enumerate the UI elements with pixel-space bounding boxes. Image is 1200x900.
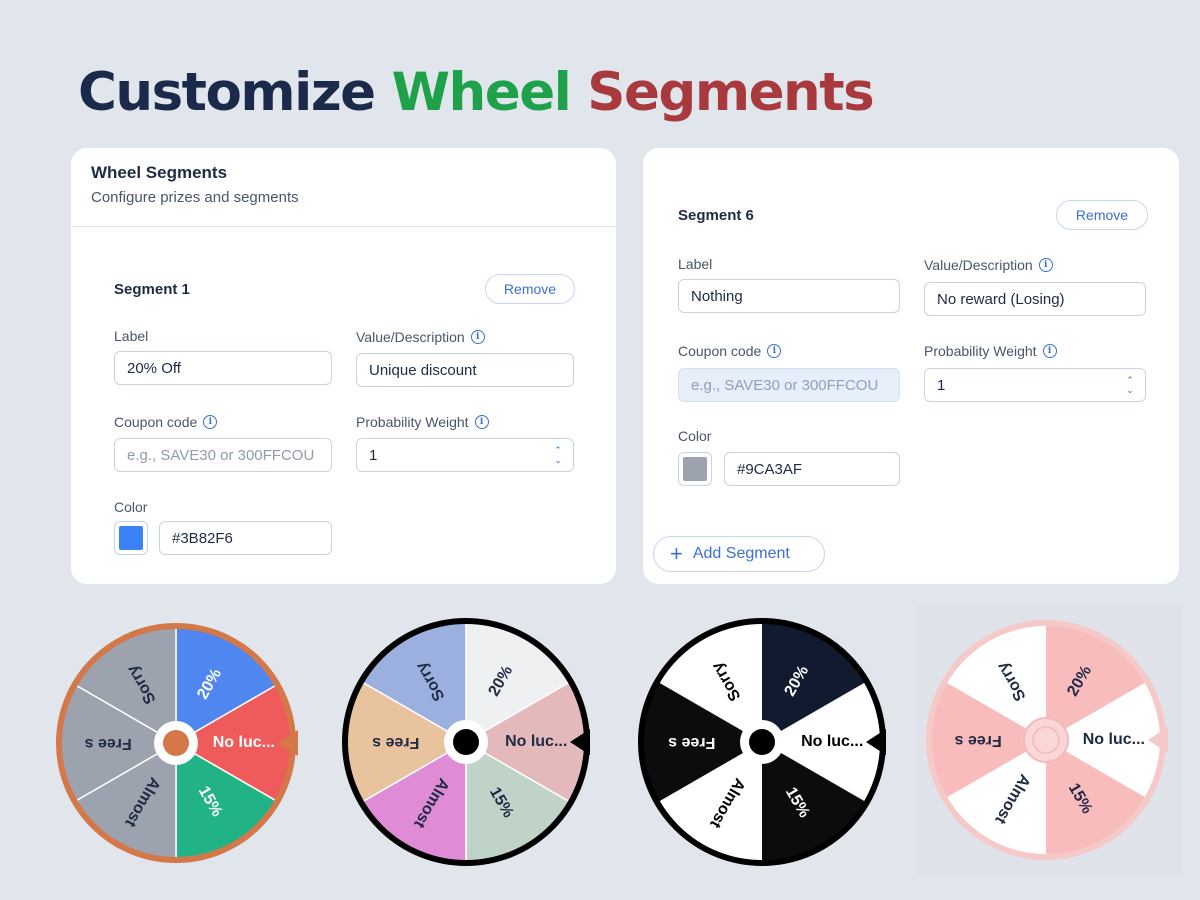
wheel-segment-label: No luc... <box>505 733 567 750</box>
info-icon[interactable]: i <box>767 344 782 358</box>
wheel-segment-label: Free s <box>372 734 419 751</box>
segment-title: Segment 1 <box>114 281 190 298</box>
coupon-field-label-text: Coupon code <box>114 414 198 430</box>
label-input[interactable]: Nothing <box>678 279 900 313</box>
add-segment-label: Add Segment <box>692 545 790 562</box>
wheel-hub-center <box>1032 726 1060 754</box>
wheel-segment-label: No luc... <box>1083 731 1145 748</box>
color-swatch-fill <box>683 457 707 481</box>
info-icon[interactable]: i <box>474 415 489 429</box>
label-input[interactable]: 20% Off <box>114 351 332 385</box>
wheel-segment-label: Free s <box>954 732 1001 749</box>
label-field-label: Label <box>678 256 712 272</box>
label-field-label: Label <box>114 328 148 344</box>
wheel-preview-colorful: 20% No luc... 15% Almost Free s Sorry <box>48 615 304 871</box>
color-field-label: Color <box>678 428 711 444</box>
stepper-arrows-icon[interactable]: ⌃ ⌄ <box>553 445 563 465</box>
color-hex-input[interactable]: #3B82F6 <box>159 521 332 555</box>
wheel-svg: 20%No luc...15%AlmostFree sSorry <box>56 623 298 863</box>
wheel-hub-center <box>749 729 775 755</box>
value-field-label-text: Value/Description <box>924 257 1033 273</box>
probability-weight-value: 1 <box>937 376 946 394</box>
value-description-input[interactable]: Unique discount <box>356 353 574 387</box>
coupon-code-input[interactable]: e.g., SAVE30 or 300FFCOU <box>678 368 900 402</box>
probability-weight-value: 1 <box>369 446 378 464</box>
coupon-field-label: Coupon code i <box>678 343 782 359</box>
headline-word-segments: Segments <box>587 62 874 123</box>
info-icon[interactable]: i <box>203 415 218 429</box>
card-title: Wheel Segments <box>91 163 228 182</box>
value-field-label: Value/Description i <box>356 329 485 345</box>
card-header: Wheel Segments Configure prizes and segm… <box>71 148 616 227</box>
wheel-preview-pink: 20% No luc... 15% Almost Free s Sorry <box>918 612 1174 868</box>
weight-field-label: Probability Weight i <box>356 414 489 430</box>
plus-icon: + <box>670 541 683 566</box>
page-headline: Customize Wheel Segments <box>78 62 875 123</box>
label-field-label-text: Label <box>114 328 149 344</box>
card-subtitle: Configure prizes and segments <box>91 189 299 206</box>
wheel-preview-dark: 20% No luc... 15% Almost Free s Sorry <box>632 612 892 872</box>
color-field-label-text: Color <box>114 499 148 515</box>
segment-6-card: Segment 6 Remove Label Nothing Value/Des… <box>643 148 1179 584</box>
color-swatch[interactable] <box>678 452 712 486</box>
value-field-label-text: Value/Description <box>356 329 465 345</box>
wheel-svg: 20%No luc...15%AlmostFree sSorry <box>926 620 1168 860</box>
stepper-arrows-icon[interactable]: ⌃ ⌄ <box>1125 375 1135 395</box>
segment-title: Segment 6 <box>678 207 754 224</box>
wheel-segments-card: Wheel Segments Configure prizes and segm… <box>71 148 616 584</box>
color-hex-input[interactable]: #9CA3AF <box>724 452 900 486</box>
wheel-hub-center <box>163 730 189 756</box>
weight-field-label-text: Probability Weight <box>924 343 1037 359</box>
color-swatch[interactable] <box>114 521 148 555</box>
coupon-field-label: Coupon code i <box>114 414 218 430</box>
wheel-preview-pastel: 20% No luc... 15% Almost Free s Sorry <box>336 612 596 872</box>
value-description-input[interactable]: No reward (Losing) <box>924 282 1146 316</box>
headline-word-customize: Customize <box>78 62 376 123</box>
coupon-code-input[interactable]: e.g., SAVE30 or 300FFCOU <box>114 438 332 472</box>
headline-word-wheel: Wheel <box>391 62 572 123</box>
info-icon[interactable]: i <box>1042 344 1057 358</box>
remove-segment-button[interactable]: Remove <box>1056 200 1148 230</box>
probability-weight-stepper[interactable]: 1 ⌃ ⌄ <box>356 438 574 472</box>
value-field-label: Value/Description i <box>924 257 1053 273</box>
weight-field-label: Probability Weight i <box>924 343 1057 359</box>
info-icon[interactable]: i <box>1038 258 1053 272</box>
wheel-svg: 20%No luc...15%AlmostFree sSorry <box>638 618 886 866</box>
label-field-label-text: Label <box>678 256 713 272</box>
coupon-field-label-text: Coupon code <box>678 343 762 359</box>
color-swatch-fill <box>119 526 143 550</box>
wheel-svg: 20%No luc...15%AlmostFree sSorry <box>342 618 590 866</box>
color-field-label: Color <box>114 499 147 515</box>
wheel-hub-center <box>453 729 479 755</box>
wheel-segment-label: Free s <box>84 735 131 752</box>
add-segment-button[interactable]: + Add Segment <box>653 536 825 572</box>
wheel-segment-label: No luc... <box>801 733 863 750</box>
wheel-segment-label: No luc... <box>213 734 275 751</box>
remove-segment-button[interactable]: Remove <box>485 274 575 304</box>
info-icon[interactable]: i <box>470 330 485 344</box>
color-field-label-text: Color <box>678 428 712 444</box>
wheel-segment-label: Free s <box>668 734 715 751</box>
probability-weight-stepper[interactable]: 1 ⌃ ⌄ <box>924 368 1146 402</box>
weight-field-label-text: Probability Weight <box>356 414 469 430</box>
